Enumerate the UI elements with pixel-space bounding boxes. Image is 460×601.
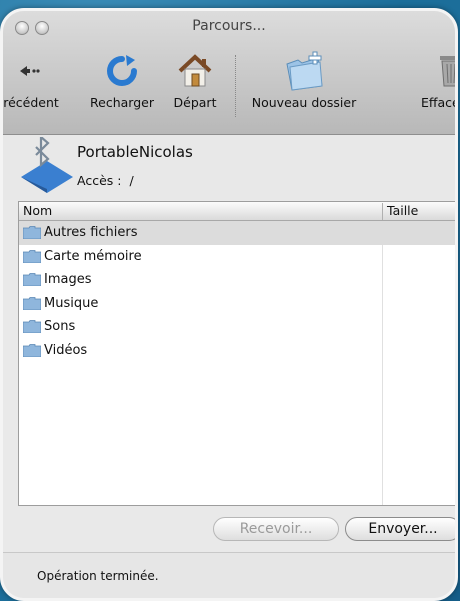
- send-button[interactable]: Envoyer...: [345, 517, 455, 541]
- folder-name: Sons: [44, 319, 76, 335]
- browse-window: Parcours... récédent Recharger Départ No…: [0, 8, 458, 601]
- folder-name: Images: [44, 272, 92, 288]
- back-button[interactable]: récédent: [3, 49, 71, 110]
- home-button[interactable]: Départ: [163, 49, 227, 110]
- folder-name: Vidéos: [44, 342, 88, 358]
- folder-icon: [23, 226, 41, 240]
- device-name: PortableNicolas: [77, 143, 193, 161]
- window-title: Parcours...: [192, 18, 266, 34]
- list-item[interactable]: Sons: [19, 315, 455, 339]
- folder-icon: [23, 320, 41, 334]
- folder-name: Carte mémoire: [44, 248, 142, 264]
- list-item[interactable]: Images: [19, 268, 455, 292]
- back-arrow-icon: [3, 49, 71, 93]
- new-folder-icon: [243, 49, 365, 93]
- access-path: /: [129, 173, 134, 188]
- folder-name: Autres fichiers: [44, 225, 138, 241]
- reload-icon: [83, 49, 161, 93]
- column-header: Nom Taille: [19, 202, 455, 221]
- delete-label: Efface: [421, 95, 458, 110]
- folder-icon: [23, 249, 41, 263]
- trash-icon: [421, 49, 455, 93]
- toolbar-divider: [235, 55, 236, 117]
- reload-label: Recharger: [90, 95, 154, 110]
- reload-button[interactable]: Recharger: [83, 49, 161, 110]
- status-text: Opération terminée.: [37, 569, 159, 583]
- list-item[interactable]: Autres fichiers: [19, 221, 455, 245]
- list-item[interactable]: Vidéos: [19, 339, 455, 363]
- folder-icon: [23, 273, 41, 287]
- folder-icon: [23, 296, 41, 310]
- status-bar: Opération terminée.: [3, 552, 455, 598]
- delete-button[interactable]: Efface: [421, 49, 458, 110]
- receive-button[interactable]: Recevoir...: [213, 517, 339, 541]
- new-folder-button[interactable]: Nouveau dossier: [243, 49, 365, 110]
- folder-name: Musique: [44, 295, 99, 311]
- device-access: Accès : /: [77, 173, 138, 188]
- back-label: récédent: [3, 95, 59, 110]
- home-icon: [163, 49, 227, 93]
- file-list[interactable]: Nom Taille Autres fichiers Carte mémoire…: [18, 201, 455, 506]
- device-header: PortableNicolas Accès : /: [3, 134, 455, 200]
- access-label: Accès :: [77, 173, 122, 188]
- new-folder-label: Nouveau dossier: [251, 95, 357, 110]
- column-name[interactable]: Nom: [23, 203, 52, 218]
- folder-icon: [23, 343, 41, 357]
- home-label: Départ: [173, 95, 217, 110]
- list-item[interactable]: Musique: [19, 292, 455, 316]
- list-item[interactable]: Carte mémoire: [19, 245, 455, 269]
- bluetooth-icon: [19, 134, 75, 199]
- title-toolbar-bar: Parcours... récédent Recharger Départ No…: [3, 11, 455, 135]
- file-rows: Autres fichiers Carte mémoire Images Mus…: [19, 221, 455, 363]
- column-size[interactable]: Taille: [382, 203, 418, 220]
